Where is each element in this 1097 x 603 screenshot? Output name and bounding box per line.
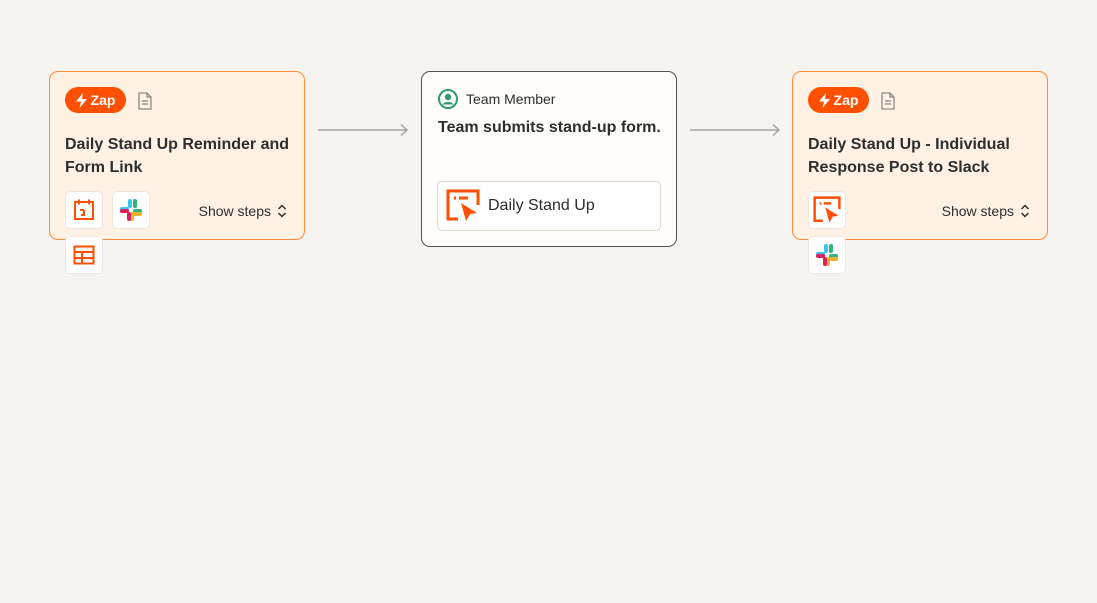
interfaces-icon — [446, 189, 480, 221]
zap-title: Daily Stand Up Reminder and Form Link — [65, 136, 290, 176]
document-icon[interactable] — [137, 92, 153, 110]
schedule-icon — [74, 199, 94, 220]
lightning-icon — [75, 92, 87, 108]
interfaces-app-tile — [808, 191, 846, 229]
show-steps-label: Show steps — [198, 203, 271, 219]
team-member-label: Team Member — [438, 89, 555, 109]
form-step-title: Team submits stand-up form. — [438, 119, 661, 136]
slack-icon — [120, 199, 142, 221]
show-steps-label: Show steps — [941, 203, 1014, 219]
document-icon[interactable] — [880, 92, 896, 110]
show-steps-button[interactable]: Show steps — [942, 203, 1030, 219]
show-steps-button[interactable]: Show steps — [199, 203, 287, 219]
tables-icon — [73, 245, 95, 265]
zap-card-reminder[interactable]: Zap Daily Stand Up Reminder and Form Lin… — [49, 71, 305, 274]
team-member-text: Team Member — [466, 91, 556, 107]
tables-app-tile — [65, 236, 103, 274]
zap-card-slack-post[interactable]: Zap Daily Stand Up - Individual Response… — [792, 71, 1048, 274]
chevron-updown-icon — [277, 204, 287, 218]
schedule-app-tile — [65, 191, 103, 229]
zap-title: Daily Stand Up - Individual Response Pos… — [808, 136, 1010, 176]
slack-app-tile — [808, 236, 846, 274]
zap-badge-label: Zap — [90, 92, 116, 108]
lightning-icon — [818, 92, 830, 108]
form-link[interactable]: Daily Stand Up — [437, 181, 661, 231]
connector-arrow — [690, 123, 781, 137]
slack-icon — [816, 244, 838, 266]
interfaces-icon — [813, 196, 841, 223]
zap-badge: Zap — [808, 87, 869, 113]
chevron-updown-icon — [1020, 204, 1030, 218]
connector-arrow — [318, 123, 409, 137]
zap-badge: Zap — [65, 87, 126, 113]
zap-badge-label: Zap — [833, 92, 859, 108]
form-name: Daily Stand Up — [488, 197, 595, 214]
user-circle-icon — [438, 89, 458, 109]
slack-app-tile — [112, 191, 150, 229]
form-card[interactable]: Team Member Team submits stand-up form. … — [421, 71, 677, 247]
